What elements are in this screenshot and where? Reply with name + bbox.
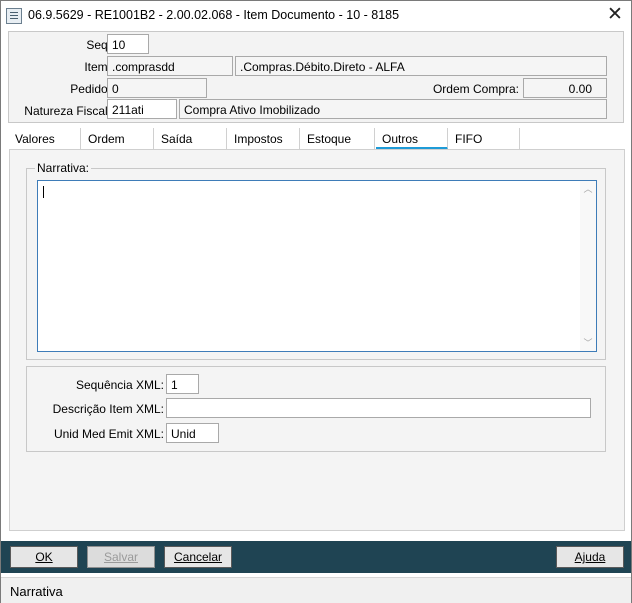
ordem-compra-label: Ordem Compra: xyxy=(432,82,519,96)
scroll-up-icon[interactable]: ︿ xyxy=(580,181,596,197)
sequencia-xml-field[interactable]: 1 xyxy=(166,374,199,394)
tab-valores[interactable]: Valores xyxy=(9,128,81,150)
pedido-label: Pedido: xyxy=(70,82,111,96)
tab-strip: Valores Ordem Saída Impostos Estoque Out… xyxy=(9,128,625,150)
tab-outros-panel: Narrativa: ︿ ﹀ Sequência XML: 1 Descriçã… xyxy=(9,149,625,531)
narrativa-scrollbar[interactable]: ︿ ﹀ xyxy=(580,181,596,351)
app-icon xyxy=(6,8,22,24)
sequencia-xml-label: Sequência XML: xyxy=(75,378,164,392)
narrativa-textarea[interactable]: ︿ ﹀ xyxy=(37,180,597,352)
salvar-button[interactable]: Salvar xyxy=(87,546,155,568)
natureza-fiscal-label: Natureza Fiscal: xyxy=(24,104,111,118)
header-panel: Seq: 10 Item: .comprasdd .Compras.Débito… xyxy=(8,31,624,123)
tab-impostos[interactable]: Impostos xyxy=(228,128,300,150)
seq-field[interactable]: 10 xyxy=(107,34,149,54)
descricao-item-xml-label: Descrição Item XML: xyxy=(52,402,164,416)
narrativa-label: Narrativa: xyxy=(35,161,92,175)
tab-ordem[interactable]: Ordem xyxy=(82,128,154,150)
tab-saida[interactable]: Saída xyxy=(155,128,227,150)
unid-med-emit-xml-label: Unid Med Emit XML: xyxy=(53,427,164,441)
text-caret xyxy=(43,186,44,198)
pedido-field[interactable]: 0 xyxy=(107,78,207,98)
cancelar-button[interactable]: Cancelar xyxy=(164,546,232,568)
button-bar: OK Salvar Cancelar Ajuda xyxy=(1,541,631,573)
natureza-fiscal-code-field[interactable]: 211ati xyxy=(107,99,177,119)
narrativa-group: Narrativa: ︿ ﹀ xyxy=(26,161,606,360)
unid-med-emit-xml-field[interactable]: Unid xyxy=(166,423,219,443)
ok-button[interactable]: OK xyxy=(10,546,78,568)
ajuda-button[interactable]: Ajuda xyxy=(556,546,624,568)
descricao-item-xml-field[interactable] xyxy=(166,398,591,418)
item-code-field[interactable]: .comprasdd xyxy=(107,56,233,76)
natureza-fiscal-description-field: Compra Ativo Imobilizado xyxy=(179,99,607,119)
scroll-down-icon[interactable]: ﹀ xyxy=(580,335,596,351)
dialog-window: 06.9.5629 - RE1001B2 - 2.00.02.068 - Ite… xyxy=(0,0,632,603)
xml-group: Sequência XML: 1 Descrição Item XML: Uni… xyxy=(26,366,606,452)
title-bar: 06.9.5629 - RE1001B2 - 2.00.02.068 - Ite… xyxy=(1,1,631,31)
close-icon[interactable]: ✕ xyxy=(599,1,631,31)
tab-fifo[interactable]: FIFO xyxy=(449,128,520,150)
tab-estoque[interactable]: Estoque xyxy=(301,128,375,150)
ordem-compra-field[interactable]: 0.00 xyxy=(523,78,607,98)
status-bar: Narrativa xyxy=(1,577,631,603)
window-title: 06.9.5629 - RE1001B2 - 2.00.02.068 - Ite… xyxy=(28,8,400,22)
tab-outros[interactable]: Outros xyxy=(376,128,448,150)
status-text: Narrativa xyxy=(10,584,63,599)
item-description-field: .Compras.Débito.Direto - ALFA xyxy=(235,56,607,76)
